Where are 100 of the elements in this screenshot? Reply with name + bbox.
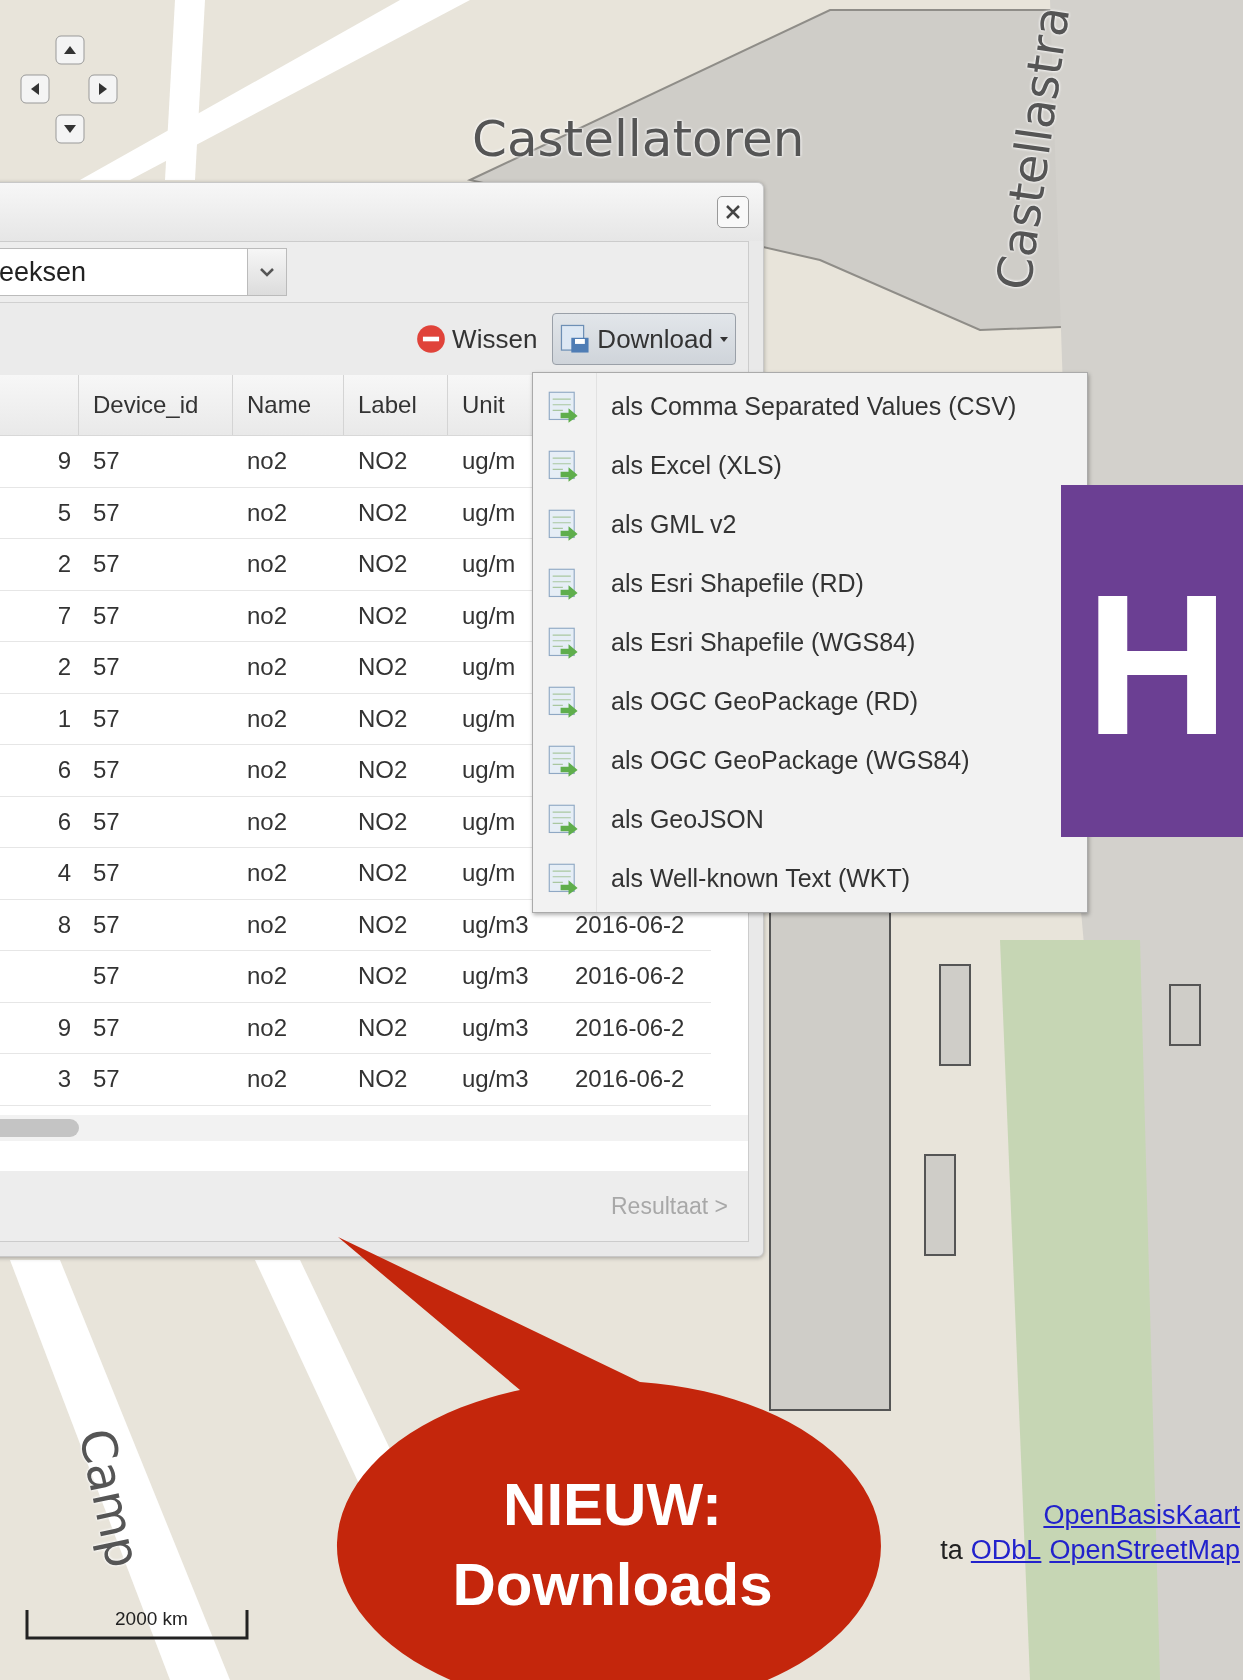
pan-right-button[interactable] [88,74,118,104]
table-cell-text: ug/m3 [461,1064,530,1094]
table-cell-text: 7 [56,600,72,631]
close-button[interactable] [717,196,749,228]
table-cell-text: 5 [56,497,72,528]
menu-item[interactable]: als GML v2 [533,495,1087,554]
column-header[interactable]: Name [233,375,344,435]
scrollbar-thumb[interactable] [0,1119,79,1137]
table-cell-text: 6 [56,755,72,785]
table-cell-text: 57 [92,497,121,528]
table-cell-text: ug/m [461,497,517,528]
table-cell-text: 57 [92,806,121,837]
table-cell-text: 57 [92,909,121,940]
table-cell-text: 57 [92,755,121,785]
table-cell-text: ug/m [461,755,517,785]
table-cell-text: 57 [92,600,121,631]
series-dropdown[interactable]: eeksen [0,248,287,296]
pan-up-button[interactable] [55,35,85,65]
table-cell-text: 57 [92,549,121,579]
attribution-link[interactable]: ODbL [970,1535,1042,1566]
table-cell-text: ug/m [461,703,517,734]
table-cell-text: NO2 [357,703,409,734]
table-cell-text: 2016-06-2 [574,1012,686,1043]
table-cell-text: 1 [56,703,72,734]
horizontal-scrollbar[interactable] [0,1115,748,1141]
table-cell-text: no2 [246,652,289,682]
table-cell-text: NO2 [357,1012,409,1043]
attribution-link[interactable]: OpenStreetMap [1049,1535,1240,1566]
table-cell-text: 9 [56,446,72,476]
table-cell-text: 4 [56,858,72,888]
table-cell-text: NO2 [357,600,409,631]
table-cell-text: 8 [56,909,72,940]
menu-item[interactable]: als Esri Shapefile (WGS84) [533,613,1087,672]
table-cell-text: no2 [246,446,289,476]
table-cell-text: NO2 [357,446,409,476]
menu-item[interactable]: als OGC GeoPackage (WGS84) [533,731,1087,790]
map-label: Camp [68,1423,153,1573]
attribution-text: ta [940,1535,963,1566]
table-cell-text: ug/m [461,600,517,631]
column-header[interactable]: Device_id [79,375,233,435]
minus-circle-icon [416,324,447,354]
callout-text: NIEUW: [503,1470,722,1540]
table-cell-text: NO2 [357,549,409,579]
table-cell-text: NO2 [357,652,409,682]
clear-button[interactable]: Wissen [409,313,545,365]
table-cell-text: NO2 [357,1064,409,1094]
table-cell-text: 9 [56,1012,72,1043]
table-cell-text: ug/m [461,446,517,476]
table-cell-text: 57 [92,961,121,991]
table-cell-text: no2 [246,858,289,888]
table-cell-text: no2 [246,497,289,528]
table-cell-text: no2 [246,961,289,991]
table-cell-text: no2 [246,549,289,579]
table-cell-text: 57 [92,1064,121,1094]
table-cell-text: ug/m [461,858,517,888]
table-cell-text: 2 [56,549,72,579]
map-label: Castellastra [985,2,1081,294]
table-cell-text: NO2 [357,961,409,991]
menu-item[interactable]: als OGC GeoPackage (RD) [533,672,1087,731]
table-cell-text: 2016-06-2 [574,961,686,991]
banner-text: H [1085,565,1230,765]
table-cell-text: no2 [246,1064,289,1094]
menu-item[interactable]: als Excel (XLS) [533,436,1087,495]
menu-item[interactable]: als Esri Shapefile (RD) [533,554,1087,613]
callout-text: Downloads [452,1550,773,1620]
download-button[interactable]: Download [552,313,736,365]
table-cell-text: ug/m [461,549,517,579]
attribution-link[interactable]: OpenBasisKaart [1043,1500,1240,1531]
table-cell-text: NO2 [357,497,409,528]
table-cell-text: ug/m3 [461,961,530,991]
menu-item[interactable]: als GeoJSON [533,790,1087,849]
save-icon [559,323,592,355]
column-header[interactable]: Label [344,375,448,435]
pan-down-button[interactable] [55,114,85,144]
pan-left-button[interactable] [20,74,50,104]
scale-label: 2000 km [115,1608,188,1630]
table-cell-text: NO2 [357,755,409,785]
table-cell-text: 2 [56,652,72,682]
caret-icon [719,334,729,344]
table-cell-text: no2 [246,755,289,785]
map-label: Castellatoren [472,110,805,168]
table-cell-text: 57 [92,858,121,888]
table-cell-text: no2 [246,703,289,734]
table-cell-text: 57 [92,652,121,682]
table-cell-text: ug/m3 [461,909,530,940]
table-cell-text: NO2 [357,806,409,837]
table-cell-text: no2 [246,806,289,837]
table-cell-text: 6 [56,806,72,837]
table-cell-text: ug/m3 [461,1012,530,1043]
table-cell-text: no2 [246,600,289,631]
table-cell-text: 57 [92,1012,121,1043]
menu-item[interactable]: als Well-known Text (WKT) [533,849,1087,908]
table-cell-text: NO2 [357,909,409,940]
table-cell-text: 2016-06-2 [574,1064,686,1094]
table-cell-text: ug/m [461,806,517,837]
table-cell-text: 3 [56,1064,72,1094]
table-cell-text: 57 [92,703,121,734]
table-cell-text: no2 [246,909,289,940]
table-cell-text: NO2 [357,858,409,888]
table-cell-text: 57 [92,446,121,476]
